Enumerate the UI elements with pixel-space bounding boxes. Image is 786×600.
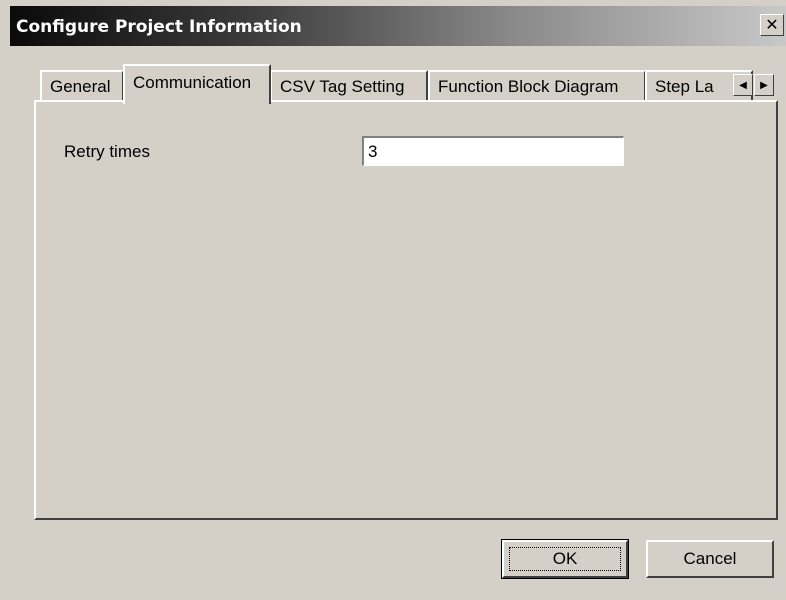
ok-button[interactable]: OK (501, 539, 629, 579)
tab-function-block-diagram[interactable]: Function Block Diagram (428, 70, 646, 100)
cancel-button-label: Cancel (683, 549, 737, 568)
tab-scroll-right-button[interactable]: ▶ (754, 74, 774, 96)
configure-project-dialog: Configure Project Information ✕ General … (0, 0, 786, 600)
tab-general-label: General (50, 77, 111, 96)
window-title: Configure Project Information (16, 17, 302, 37)
title-bar[interactable]: Configure Project Information ✕ (10, 6, 786, 46)
tab-csv-tag-setting-label: CSV Tag Setting (280, 77, 405, 96)
tab-general[interactable]: General (40, 70, 124, 100)
triangle-left-icon: ◀ (739, 79, 747, 91)
retry-times-input[interactable] (362, 136, 624, 166)
communication-tab-panel: Retry times (34, 100, 778, 520)
tab-step-ladder-label: Step La (655, 77, 714, 96)
tab-communication[interactable]: Communication (123, 64, 271, 104)
close-icon: ✕ (765, 15, 779, 34)
tab-csv-tag-setting[interactable]: CSV Tag Setting (270, 70, 428, 100)
close-button[interactable]: ✕ (760, 14, 784, 36)
tab-function-block-diagram-label: Function Block Diagram (438, 77, 619, 96)
retry-times-label: Retry times (64, 142, 150, 161)
cancel-button[interactable]: Cancel (646, 540, 774, 578)
ok-button-label: OK (552, 549, 578, 568)
tab-communication-label: Communication (133, 73, 252, 92)
tab-scroll-left-button[interactable]: ◀ (733, 74, 753, 96)
triangle-right-icon: ▶ (760, 79, 768, 91)
